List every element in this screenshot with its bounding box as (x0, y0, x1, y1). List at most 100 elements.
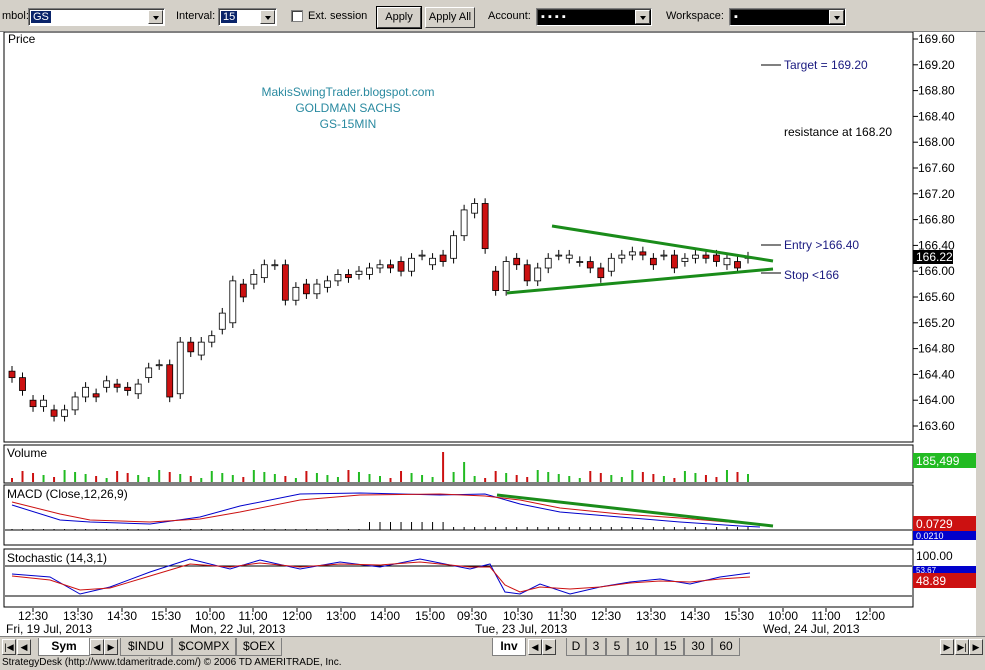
volume-last-value: 185,499 (916, 454, 960, 468)
price-tick-label: 165.20 (918, 316, 955, 330)
time-label: 13:30 (63, 609, 93, 623)
time-label: 10:00 (768, 609, 798, 623)
prev-icon[interactable]: ◀ (528, 639, 542, 655)
stock-chart[interactable]: 169.60 169.20 168.80 168.40 168.00 167.60 167.… (0, 31, 985, 636)
candle-body (71, 396, 79, 411)
price-tick-label: 169.60 (918, 32, 955, 46)
tab-indu[interactable]: $INDU (120, 638, 172, 656)
price-tick-label: 168.40 (918, 109, 955, 123)
chevron-down-icon[interactable] (260, 10, 275, 24)
apply-all-button[interactable]: Apply All (425, 7, 475, 28)
account-combo[interactable]: ▪ ▪ ▪ ▪ (536, 8, 652, 26)
tab-oex[interactable]: $OEX (236, 638, 282, 656)
chevron-down-icon[interactable] (635, 10, 650, 24)
target-annotation: Target = 169.20 (784, 58, 868, 72)
ext-session-checkbox[interactable] (291, 10, 303, 22)
interval-label: Interval: (176, 10, 216, 22)
candle-body (692, 254, 699, 259)
stoch-panel-frame (3, 548, 914, 608)
candle-body (397, 261, 405, 272)
watermark-line-2: GOLDMAN SACHS (295, 101, 400, 115)
day-label: Mon, 22 Jul, 2013 (190, 622, 286, 636)
time-label: 15:00 (415, 609, 445, 623)
candle-body (555, 254, 563, 257)
workspace-combo[interactable]: ▪ (729, 8, 846, 26)
time-label: 14:30 (680, 609, 710, 623)
candle-body (471, 203, 479, 214)
candle-body (271, 264, 279, 267)
chart-area[interactable]: 169.60 169.20 168.80 168.40 168.00 167.60 167.… (0, 31, 985, 636)
tab-interval-3[interactable]: 3 (586, 638, 606, 656)
watermark-line-1: MakisSwingTrader.blogspot.com (262, 85, 435, 99)
stoch-panel-title: Stochastic (14,3,1) (7, 551, 107, 565)
candle-body (218, 312, 226, 330)
tab-sym[interactable]: Sym (38, 638, 90, 656)
candle-body (29, 399, 37, 408)
tab-interval-10[interactable]: 10 (628, 638, 656, 656)
symbol-combo[interactable]: GS (28, 8, 165, 26)
vertical-scrollbar[interactable] (976, 32, 985, 636)
candle-body (681, 257, 689, 262)
candle-body (639, 251, 647, 256)
time-label: 11:30 (547, 609, 576, 623)
candle-body (166, 364, 174, 398)
candle-body (313, 283, 321, 295)
apply-button[interactable]: Apply (376, 6, 422, 29)
time-label: 12:30 (591, 609, 621, 623)
tab-bar: |◀ ◀ Sym ◀ ▶ $INDU $COMPX $OEX Inv ◀ ▶ D… (0, 636, 985, 656)
candle-body (355, 270, 363, 275)
candle-body (239, 283, 247, 298)
candle-body (481, 203, 489, 250)
next-icon[interactable]: ▶ (104, 639, 118, 655)
tab-interval-5[interactable]: 5 (606, 638, 628, 656)
macd-second-value: 0.0210 (916, 531, 944, 541)
candle-body (586, 261, 594, 269)
scroll-right-icon[interactable]: ▶ (969, 639, 983, 655)
time-label: 14:00 (370, 609, 400, 623)
prev-icon[interactable]: ◀ (90, 639, 104, 655)
entry-annotation: Entry >166.40 (784, 238, 859, 252)
tab-interval-15[interactable]: 15 (656, 638, 684, 656)
macd-panel-frame (3, 484, 914, 546)
candle-body (92, 393, 100, 398)
price-tick-label: 167.60 (918, 161, 955, 175)
next-icon[interactable]: ▶ (542, 639, 556, 655)
last-icon[interactable]: ▶| (955, 639, 969, 655)
tab-interval-d[interactable]: D (566, 638, 586, 656)
time-label: 13:00 (326, 609, 356, 623)
prev-icon[interactable]: ◀ (17, 639, 31, 655)
price-tick-label: 167.20 (918, 187, 955, 201)
macd-panel-title: MACD (Close,12,26,9) (7, 487, 128, 501)
tab-inv[interactable]: Inv (492, 638, 526, 656)
account-label: Account: (488, 10, 531, 22)
time-label: 15:30 (724, 609, 754, 623)
candle-body (292, 286, 300, 301)
candle-body (345, 274, 352, 279)
first-icon[interactable]: |◀ (2, 639, 16, 655)
candle-body (61, 409, 68, 417)
candle-body (302, 283, 310, 295)
candle-body (439, 254, 447, 262)
candle-body (702, 254, 710, 259)
status-bar: StrategyDesk (http://www.tdameritrade.co… (0, 656, 985, 670)
next-icon[interactable]: ▶ (940, 639, 954, 655)
toolbar: mbol: GS Interval: 15 Ext. session Apply… (0, 0, 985, 32)
price-tick-label: 165.60 (918, 290, 955, 304)
macd-last-value: 0.0729 (916, 517, 953, 531)
chevron-down-icon[interactable] (148, 10, 163, 24)
interval-combo[interactable]: 15 (218, 8, 277, 26)
candle-body (187, 341, 195, 353)
stoch-top-value: 100.00 (916, 549, 953, 563)
resistance-annotation: resistance at 168.20 (784, 125, 892, 139)
price-tick-label: 166.00 (918, 264, 955, 278)
chevron-down-icon[interactable] (829, 10, 844, 24)
candle-body (8, 370, 16, 379)
stoch-red-value: 48.89 (916, 574, 946, 588)
price-panel-title: Price (8, 32, 36, 46)
tab-compx[interactable]: $COMPX (172, 638, 236, 656)
tab-interval-30[interactable]: 30 (684, 638, 712, 656)
tab-interval-60[interactable]: 60 (712, 638, 740, 656)
candle-body (324, 280, 331, 288)
candle-body (387, 264, 394, 269)
candle-body (40, 399, 47, 408)
